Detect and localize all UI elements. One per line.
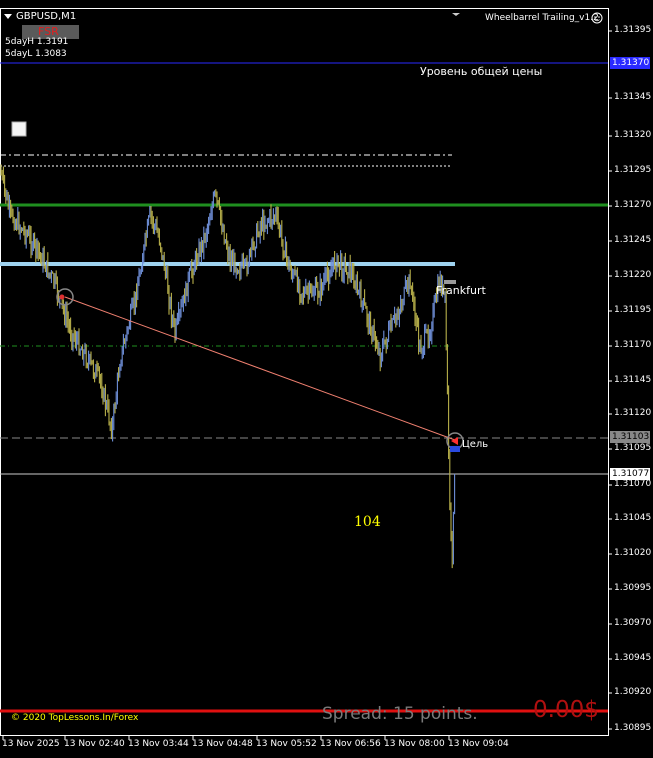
time-tick-label: 13 Nov 06:56 (320, 739, 381, 749)
price-tick-label: 1.31170 (614, 340, 652, 350)
bar-count-label: 104 (354, 514, 381, 530)
price-tick-label: 1.31345 (614, 92, 652, 102)
target-arrow-icon (451, 437, 458, 445)
time-tick-label: 13 Nov 2025 (2, 739, 60, 749)
price-tick-label: 1.30920 (614, 687, 652, 697)
target-blue-block (450, 446, 460, 452)
day-low-label: 5dayL 1.3083 (5, 49, 67, 59)
price-tick-label: 1.30995 (614, 583, 652, 593)
chart-frame (0, 8, 609, 736)
time-tick-label: 13 Nov 08:00 (384, 739, 445, 749)
time-tick-label: 13 Nov 09:04 (448, 739, 509, 749)
time-tick-label: 13 Nov 04:48 (192, 739, 253, 749)
price-tick-label: 1.31245 (614, 235, 652, 245)
price-tick-label: 1.31295 (614, 165, 652, 175)
price-tick-label: 1.31195 (614, 305, 652, 315)
price-tick-label: 1.31145 (614, 375, 652, 385)
target-price-badge: 1.31103 (610, 431, 650, 443)
price-tick-label: 1.31395 (614, 25, 652, 35)
spread-label: Spread: 15 points. (322, 704, 478, 724)
price-tick-label: 1.30945 (614, 653, 652, 663)
indicator-name: Wheelbarrel Trailing_v1.2 (485, 13, 599, 23)
target-label: Цель (462, 439, 489, 450)
one-click-arrow-icon[interactable] (452, 13, 460, 16)
price-bars (0, 164, 456, 569)
profit-label: 0.00$ (533, 697, 599, 723)
price-tick-label: 1.31020 (614, 548, 652, 558)
price-chart[interactable] (0, 0, 653, 758)
price-tick-label: 1.31070 (614, 479, 652, 489)
price-tick-label: 1.31120 (614, 408, 652, 418)
day-high-label: 5dayH 1.3191 (5, 37, 69, 47)
price-tick-label: 1.31270 (614, 200, 652, 210)
price-tick-label: 1.31220 (614, 270, 652, 280)
copyright-label[interactable]: © 2020 TopLessons.In/Forex (11, 713, 138, 723)
toggle-checkbox[interactable] (11, 121, 27, 137)
price-tick-label: 1.31045 (614, 513, 652, 523)
price-tick-label: 1.31320 (614, 130, 652, 140)
frankfurt-label: Frankfurt (436, 284, 486, 297)
symbol-title: GBPUSD,M1 (16, 11, 77, 22)
blue-level-price-badge: 1.31370 (610, 57, 650, 69)
price-tick-label: 1.30895 (614, 723, 652, 733)
price-tick-label: 1.31095 (614, 443, 652, 453)
chart-menu-triangle-icon[interactable] (4, 14, 12, 19)
time-tick-label: 13 Nov 05:52 (256, 739, 317, 749)
trend-start-dot (59, 294, 65, 300)
time-tick-label: 13 Nov 03:44 (128, 739, 189, 749)
general-price-level-label: Уровень общей цены (420, 65, 543, 78)
price-tick-label: 1.30970 (614, 618, 652, 628)
time-tick-label: 13 Nov 02:40 (64, 739, 125, 749)
